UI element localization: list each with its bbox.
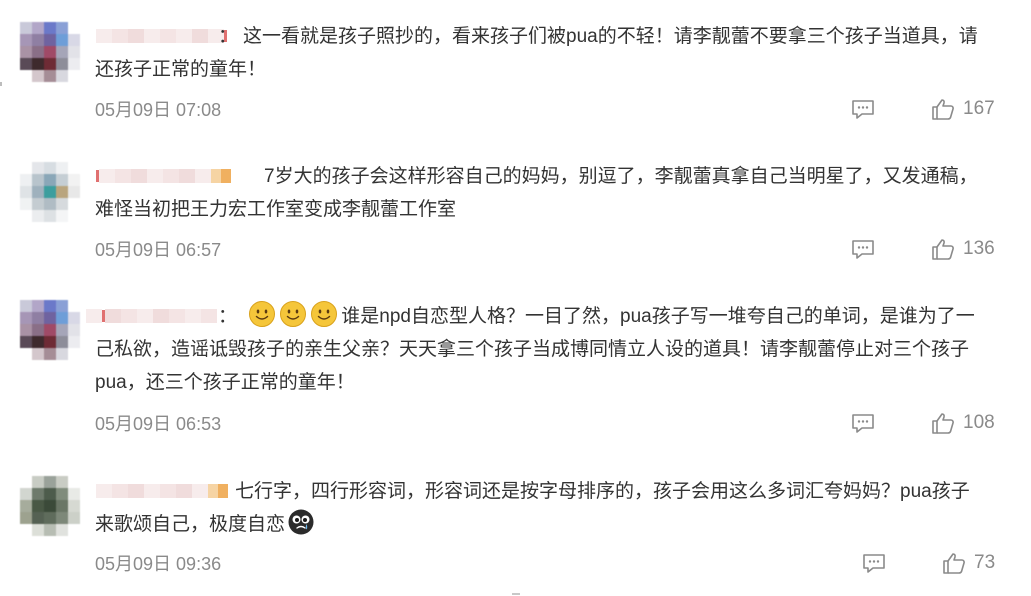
username[interactable]	[96, 25, 227, 47]
comment-bubble-icon[interactable]	[862, 553, 886, 573]
timestamp[interactable]: 05月09日 06:57	[95, 236, 221, 262]
like-button[interactable]: 136	[931, 237, 995, 261]
comment-bubble-icon[interactable]	[851, 413, 875, 433]
like-button[interactable]: 108	[931, 411, 995, 435]
comment-line: 这一看就是孩子照抄的，看来孩子们被pua的不轻！请李靓蕾不要拿三个孩子当道具，请	[243, 26, 978, 47]
thumbs-up-icon	[932, 239, 954, 260]
like-count: 136	[963, 238, 995, 259]
comment-line: 还孩子正常的童年！	[95, 59, 267, 80]
like-button[interactable]: 73	[942, 551, 995, 575]
timestamp[interactable]: 05月09日 09:36	[95, 550, 221, 576]
timestamp[interactable]: 05月09日 07:08	[95, 96, 221, 122]
crying-emoji	[288, 509, 314, 535]
comment-text-cont: 己私欲，造谣诋毁孩子的亲生父亲？天天拿三个孩子当成博同情立人设的道具！请李靓蕾停…	[95, 333, 969, 399]
comment-text: 七行字，四行形容词，形容词还是按字母排序的，孩子会用这么多词汇夸妈妈？pua孩子	[235, 475, 970, 508]
comment-line: 七行字，四行形容词，形容词还是按字母排序的，孩子会用这么多词汇夸妈妈？pua孩子	[235, 481, 970, 502]
comment-line: 难怪当初把王力宏工作室变成李靓蕾工作室	[95, 199, 457, 220]
comment-text: ： 谁是npd自恋型人格？一目了然，pua孩子写一堆夸自己的单词，是谁为了一	[218, 300, 975, 333]
avatar[interactable]	[20, 476, 80, 536]
comment-text: ：这一看就是孩子照抄的，看来孩子们被pua的不轻！请李靓蕾不要拿三个孩子当道具，…	[218, 20, 978, 53]
edge-mark	[0, 82, 2, 86]
avatar[interactable]	[20, 22, 80, 82]
like-count: 167	[963, 98, 995, 119]
username[interactable]	[96, 165, 231, 187]
comment-line: 谁是npd自恋型人格？一目了然，pua孩子写一堆夸自己的单词，是谁为了一	[341, 306, 975, 327]
comment-bubble-icon[interactable]	[851, 239, 875, 259]
like-count: 73	[974, 552, 996, 573]
comment-line: 己私欲，造谣诋毁孩子的亲生父亲？天天拿三个孩子当成博同情立人设的道具！请李靓蕾停…	[95, 339, 970, 360]
username[interactable]	[96, 480, 228, 502]
thumbs-up-icon	[932, 99, 954, 120]
comment-bubble-icon[interactable]	[851, 99, 875, 119]
edge-mark	[512, 593, 520, 595]
comment-text-cont: 还孩子正常的童年！	[95, 53, 266, 86]
colon: ：	[218, 306, 238, 327]
thumbs-up-icon	[943, 553, 965, 574]
comment-line: pua，还三个孩子正常的童年！	[95, 372, 355, 393]
smile-emoji	[280, 301, 307, 327]
username[interactable]	[86, 305, 217, 327]
comment-line: 来歌颂自己，极度自恋	[95, 514, 286, 535]
comment-text-cont: 难怪当初把王力宏工作室变成李靓蕾工作室	[95, 193, 456, 226]
thumbs-up-icon	[932, 413, 954, 434]
avatar[interactable]	[20, 162, 80, 222]
avatar[interactable]	[20, 300, 80, 360]
comment-text: 7岁大的孩子会这样形容自己的妈妈，别逗了，李靓蕾真拿自己当明星了，又发通稿，	[264, 160, 978, 193]
colon: ：	[218, 26, 238, 47]
smile-emoji	[311, 301, 338, 327]
timestamp[interactable]: 05月09日 06:53	[95, 410, 221, 436]
comment-line: 7岁大的孩子会这样形容自己的妈妈，别逗了，李靓蕾真拿自己当明星了，又发通稿，	[264, 166, 978, 187]
like-button[interactable]: 167	[931, 97, 995, 121]
like-count: 108	[963, 412, 995, 433]
comment-text-cont: 来歌颂自己，极度自恋	[95, 508, 318, 541]
smile-emoji	[249, 301, 276, 327]
